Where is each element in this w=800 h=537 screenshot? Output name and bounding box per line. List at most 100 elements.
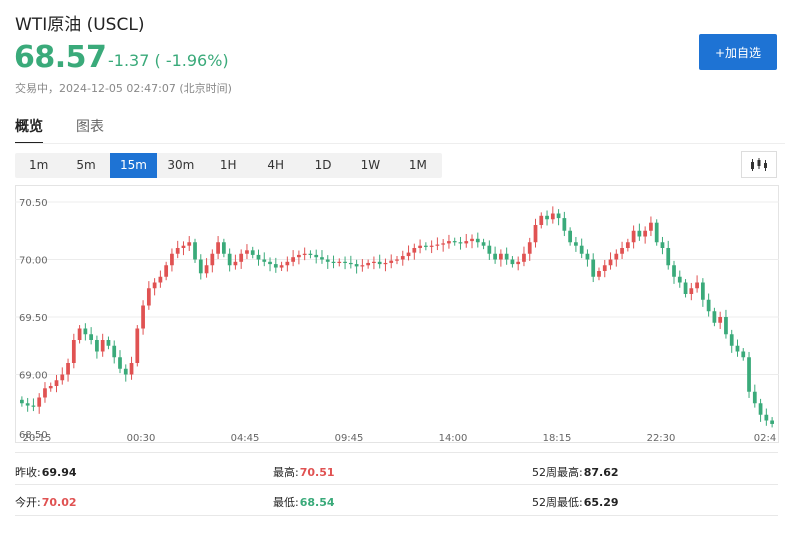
candle-body [620,248,624,254]
candle-body [256,254,261,260]
price-chart[interactable]: 70.50 70.00 69.50 69.00 68.50 20:15 00:30 04:45… [15,185,779,443]
x-tick-label: 04:45 [231,433,260,443]
candle-body [337,261,342,263]
candle-body [475,238,480,243]
candle-body [666,248,671,266]
candle-body [331,261,336,263]
period-30m[interactable]: 30m [157,153,204,178]
candle-body [672,265,676,277]
candle-body [54,380,59,386]
tabs-divider [15,143,785,144]
stats-divider-top [15,452,778,453]
candle-body [470,238,474,242]
period-5m[interactable]: 5m [62,153,109,178]
candle-body [141,305,145,329]
candle-body [700,282,705,300]
add-to-watchlist-button[interactable]: +加自选 [699,34,777,70]
candle-body [291,257,295,262]
candle-body [43,388,47,398]
candle-body [354,264,359,267]
x-tick-label: 20:15 [23,433,52,443]
candle-body [60,374,65,381]
candle-body [187,242,192,246]
day-high-value: 70.51 [299,466,335,479]
period-1mo[interactable]: 1M [394,153,441,178]
candle-body [649,222,653,231]
candle-body [689,288,694,294]
candle-body [481,242,486,246]
candle-body [389,260,394,263]
candle-body [285,261,290,266]
candle-body [262,259,267,262]
candle-body [170,253,174,266]
candle-body [372,261,376,263]
candle-body [193,242,197,260]
candle-body [123,368,128,375]
candle-body [31,405,36,407]
candle-body [677,276,682,283]
candle-body [95,340,99,352]
candle-body [343,261,347,263]
candle-body [112,345,117,358]
candle-body [360,265,365,267]
candle-body [729,334,734,346]
period-4h[interactable]: 4H [252,153,299,178]
candle-body [210,253,215,266]
candle-body [735,345,740,352]
candle-body [637,230,642,237]
candle-body [406,252,411,257]
chart-frame [15,185,779,443]
period-1w[interactable]: 1W [347,153,394,178]
candle-body [48,386,53,389]
candle-body [643,230,648,237]
candle-body [314,254,319,258]
x-tick-label: 14:00 [439,433,468,443]
period-selector: 1m 5m 15m 30m 1H 4H 1D 1W 1M [15,153,442,178]
period-1m[interactable]: 1m [15,153,62,178]
candle-body [533,225,538,243]
candle-body [106,340,111,346]
candle-body [83,328,88,335]
candle-body [574,242,578,246]
candle-body [273,264,278,268]
candle-body [602,265,607,271]
candle-body [233,261,238,266]
candle-body [545,215,549,220]
candle-body [429,245,434,247]
candle-body [464,241,469,244]
y-tick-label: 69.00 [19,371,48,382]
candle-body [71,340,76,363]
candle-body [227,253,232,266]
candle-body [366,262,371,266]
week52-low-value: 65.29 [583,496,619,509]
candle-body [239,253,244,262]
candle-body [320,257,324,260]
candlestick-chart: 70.5070.0069.5069.0068.5020:15 00:30 04:45… [15,185,779,443]
week52-high: 52周最高:87.62 [532,466,619,479]
period-1h[interactable]: 1H [205,153,252,178]
y-tick-label: 70.00 [19,256,48,267]
candle-body [579,245,584,254]
candle-body [297,254,301,258]
x-tick-label: 22:30 [647,433,676,443]
period-15m[interactable]: 15m [109,153,158,178]
stats-divider-mid [15,484,778,485]
candle-body [20,399,24,404]
tab-overview[interactable]: 概览 [15,116,43,144]
x-tick-label: 02:4 [754,433,776,443]
x-tick-label: 18:15 [543,433,572,443]
candle-body [758,403,763,415]
candle-body [383,262,388,265]
candle-body [499,253,503,260]
week52-high-value: 87.62 [583,466,619,479]
period-1d[interactable]: 1D [299,153,346,178]
candle-body [198,259,203,274]
candle-body [135,328,140,363]
chart-type-button[interactable] [741,151,777,178]
prev-close-value: 69.94 [41,466,77,479]
tab-chart[interactable]: 图表 [76,116,104,144]
candle-body [348,262,353,265]
candle-body [724,317,728,335]
candle-body [77,328,82,340]
view-tabs: 概览 图表 [15,116,104,144]
